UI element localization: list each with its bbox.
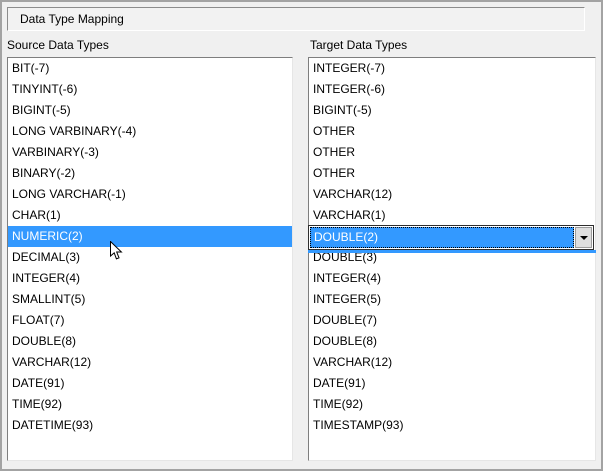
target-type-combobox[interactable]: DOUBLE(2) [308, 225, 594, 250]
source-type-item[interactable]: DATE(91) [8, 373, 292, 394]
source-type-item[interactable]: BIT(-7) [8, 58, 292, 79]
source-list-label: Source Data Types [7, 38, 109, 52]
source-type-item[interactable]: NUMERIC(2) [8, 226, 292, 247]
target-type-item[interactable]: INTEGER(5) [309, 289, 595, 310]
source-list-rows: BIT(-7)TINYINT(-6)BIGINT(-5)LONG VARBINA… [8, 58, 292, 460]
target-type-item[interactable]: TIMESTAMP(93) [309, 415, 595, 436]
source-type-item[interactable]: SMALLINT(5) [8, 289, 292, 310]
target-type-item[interactable]: TIME(92) [309, 394, 595, 415]
source-type-item[interactable]: TIME(92) [8, 394, 292, 415]
source-type-item[interactable]: VARCHAR(12) [8, 352, 292, 373]
source-type-item[interactable]: DATETIME(93) [8, 415, 292, 436]
combobox-value-field[interactable]: DOUBLE(2) [310, 227, 574, 248]
source-type-item[interactable]: INTEGER(4) [8, 268, 292, 289]
source-type-item[interactable]: CHAR(1) [8, 205, 292, 226]
target-type-item[interactable]: INTEGER(-6) [309, 79, 595, 100]
source-type-item[interactable]: BIGINT(-5) [8, 100, 292, 121]
target-type-item[interactable]: OTHER [309, 142, 595, 163]
combobox-dropdown-button[interactable] [575, 227, 592, 248]
target-type-item[interactable]: DOUBLE(8) [309, 331, 595, 352]
target-type-item[interactable]: BIGINT(-5) [309, 100, 595, 121]
target-list-rows: INTEGER(-7)INTEGER(-6)BIGINT(-5)OTHEROTH… [309, 58, 595, 460]
target-type-item[interactable]: INTEGER(-7) [309, 58, 595, 79]
source-type-item[interactable]: LONG VARBINARY(-4) [8, 121, 292, 142]
source-type-item[interactable]: BINARY(-2) [8, 163, 292, 184]
source-data-types-listbox[interactable]: BIT(-7)TINYINT(-6)BIGINT(-5)LONG VARBINA… [7, 57, 293, 461]
data-type-mapping-window: Data Type Mapping Source Data Types Targ… [0, 0, 603, 471]
target-type-item[interactable]: DATE(91) [309, 373, 595, 394]
target-list-label: Target Data Types [310, 38, 407, 52]
target-data-types-listbox[interactable]: INTEGER(-7)INTEGER(-6)BIGINT(-5)OTHEROTH… [308, 57, 596, 461]
source-type-item[interactable]: VARBINARY(-3) [8, 142, 292, 163]
target-type-item[interactable]: OTHER [309, 121, 595, 142]
combobox-underline [308, 250, 596, 253]
target-type-item[interactable]: VARCHAR(12) [309, 352, 595, 373]
target-type-item[interactable]: VARCHAR(12) [309, 184, 595, 205]
target-type-item[interactable]: OTHER [309, 163, 595, 184]
source-type-item[interactable]: DOUBLE(8) [8, 331, 292, 352]
source-type-item[interactable]: DECIMAL(3) [8, 247, 292, 268]
source-type-item[interactable]: LONG VARCHAR(-1) [8, 184, 292, 205]
target-type-item[interactable]: DOUBLE(7) [309, 310, 595, 331]
dialog-header: Data Type Mapping [7, 7, 585, 31]
source-type-item[interactable]: FLOAT(7) [8, 310, 292, 331]
target-type-item[interactable]: VARCHAR(1) [309, 205, 595, 226]
target-type-item[interactable]: INTEGER(4) [309, 268, 595, 289]
chevron-down-icon [580, 236, 588, 240]
source-type-item[interactable]: TINYINT(-6) [8, 79, 292, 100]
page-title: Data Type Mapping [20, 12, 124, 26]
